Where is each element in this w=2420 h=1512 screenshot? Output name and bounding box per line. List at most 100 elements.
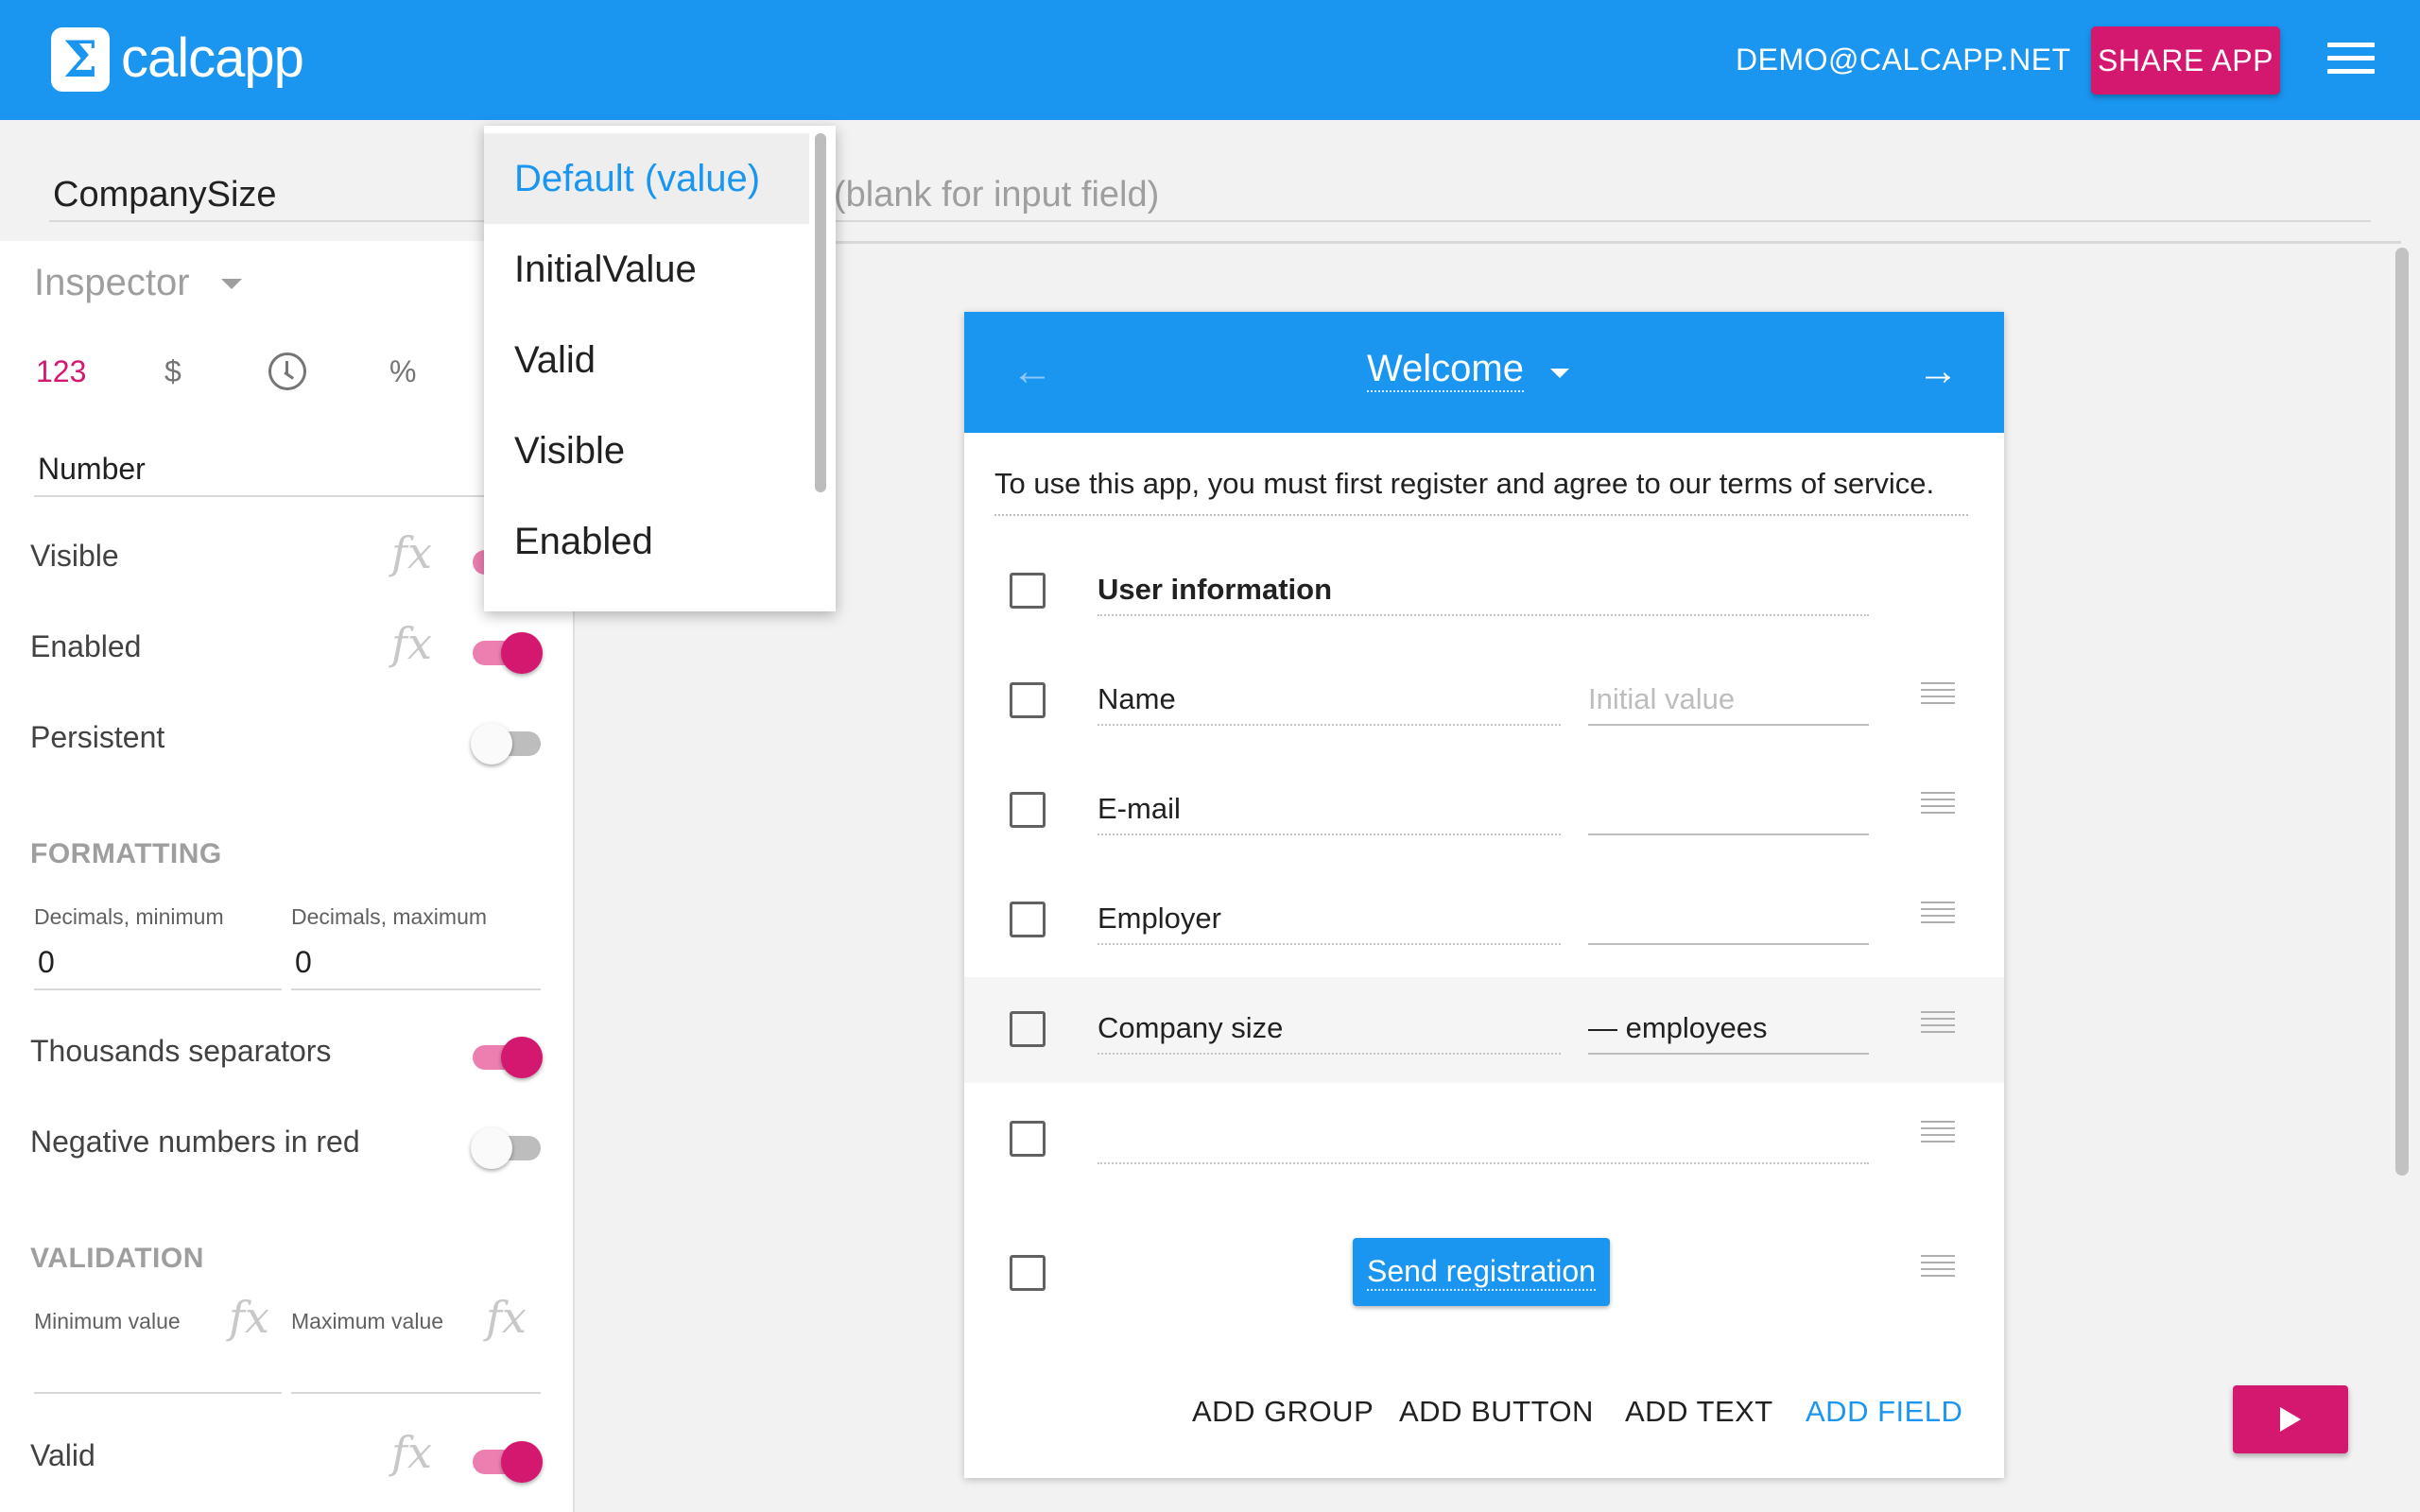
canvas-scrollbar[interactable] — [2395, 248, 2409, 1176]
field-row[interactable]: Employer — [964, 868, 2004, 973]
property-dropdown: Default (value) InitialValue Valid Visib… — [484, 126, 836, 611]
field-type-select[interactable]: Number — [34, 444, 488, 497]
add-button-button[interactable]: ADD BUTTON — [1399, 1395, 1594, 1429]
page-title[interactable]: Welcome — [1367, 348, 1524, 392]
field-label[interactable]: E-mail — [1098, 792, 1561, 835]
checkbox[interactable] — [1010, 792, 1046, 828]
min-value-input[interactable] — [34, 1337, 282, 1394]
percent-format-icon[interactable]: % — [389, 354, 416, 389]
field-value[interactable] — [1588, 792, 1869, 835]
validation-heading: VALIDATION — [30, 1243, 204, 1274]
field-row-selected[interactable]: Company size — employees — [964, 977, 2004, 1083]
drag-handle-icon[interactable] — [1921, 902, 1955, 930]
dropdown-item-default[interactable]: Default (value) — [484, 133, 809, 224]
max-value-label: Maximum value — [291, 1309, 444, 1333]
field-row[interactable] — [964, 1087, 2004, 1193]
decimals-max-input[interactable]: 0 — [291, 934, 541, 990]
decimals-min-value: 0 — [38, 945, 55, 979]
thousands-label: Thousands separators — [30, 1034, 332, 1068]
user-email-link[interactable]: DEMO@CALCAPP.NET — [1736, 43, 2071, 77]
drag-handle-icon[interactable] — [1921, 1255, 1955, 1283]
field-type-value: Number — [38, 452, 146, 486]
negative-red-label: Negative numbers in red — [30, 1125, 360, 1159]
field-label[interactable] — [1098, 1121, 1869, 1164]
add-text-button[interactable]: ADD TEXT — [1625, 1395, 1773, 1429]
app-preview-card: ← Welcome → To use this app, you must fi… — [964, 312, 2004, 1478]
dropdown-scrollbar[interactable] — [815, 133, 826, 492]
dropdown-item-valid[interactable]: Valid — [484, 315, 809, 405]
checkbox[interactable] — [1010, 573, 1046, 609]
decimals-min-input[interactable]: 0 — [34, 934, 282, 990]
button-row[interactable]: Send registration — [964, 1215, 2004, 1329]
add-field-button[interactable]: ADD FIELD — [1806, 1395, 1962, 1429]
inspector-title[interactable]: Inspector — [34, 262, 190, 304]
field-value[interactable]: Initial value — [1588, 682, 1869, 726]
decimals-max-label: Decimals, maximum — [291, 904, 488, 929]
add-group-button[interactable]: ADD GROUP — [1192, 1395, 1374, 1429]
button-label: Send registration — [1367, 1254, 1596, 1291]
valid-toggle[interactable] — [473, 1441, 543, 1483]
thousands-toggle[interactable] — [473, 1037, 543, 1078]
visible-formula-icon[interactable]: fx — [391, 527, 432, 578]
persistent-toggle[interactable] — [471, 723, 541, 765]
group-label[interactable]: User information — [1098, 573, 1869, 616]
divider — [832, 241, 2401, 244]
checkbox[interactable] — [1010, 1011, 1046, 1047]
max-value-input[interactable] — [291, 1337, 541, 1394]
number-format-icon[interactable]: 123 — [36, 354, 86, 389]
inspector-caret-icon[interactable] — [221, 279, 242, 289]
checkbox[interactable] — [1010, 1255, 1046, 1291]
field-name-input[interactable]: CompanySize — [49, 146, 493, 222]
currency-format-icon[interactable]: $ — [164, 354, 182, 389]
intro-text[interactable]: To use this app, you must first register… — [994, 467, 1968, 516]
dropdown-item-enabled[interactable]: Enabled — [484, 496, 809, 587]
time-format-icon[interactable] — [268, 352, 306, 390]
app-header-bar: Σ calcapp DEMO@CALCAPP.NET SHARE APP — [0, 0, 2420, 120]
checkbox[interactable] — [1010, 1121, 1046, 1157]
app-name: calcapp — [121, 27, 304, 89]
persistent-label: Persistent — [30, 720, 165, 754]
back-arrow-icon[interactable]: ← — [1011, 348, 1053, 395]
decimals-min-label: Decimals, minimum — [34, 904, 224, 929]
app-page-header: ← Welcome → — [964, 312, 2004, 433]
dropdown-item-visible[interactable]: Visible — [484, 405, 809, 496]
decimals-max-value: 0 — [295, 945, 312, 979]
forward-arrow-icon[interactable]: → — [1917, 348, 1959, 395]
formula-input[interactable]: (blank for input field) — [832, 146, 2371, 222]
drag-handle-icon[interactable] — [1921, 682, 1955, 711]
field-value[interactable] — [1588, 902, 1869, 945]
negative-red-toggle[interactable] — [471, 1127, 541, 1169]
share-app-button[interactable]: SHARE APP — [2091, 26, 2280, 94]
play-preview-button[interactable] — [2233, 1385, 2348, 1453]
field-label[interactable]: Employer — [1098, 902, 1561, 945]
field-label[interactable]: Name — [1098, 682, 1561, 726]
send-registration-button[interactable]: Send registration — [1353, 1238, 1610, 1306]
card-actions: ADD GROUP ADD BUTTON ADD TEXT ADD FIELD — [964, 1374, 2004, 1450]
formula-bar: CompanySize (blank for input field) — [0, 120, 2420, 241]
group-row[interactable]: User information — [964, 539, 2004, 644]
enabled-toggle[interactable] — [473, 632, 543, 674]
drag-handle-icon[interactable] — [1921, 1011, 1955, 1040]
enabled-label: Enabled — [30, 629, 142, 663]
formatting-heading: FORMATTING — [30, 838, 222, 869]
checkbox[interactable] — [1010, 902, 1046, 937]
valid-formula-icon[interactable]: fx — [391, 1427, 432, 1478]
sigma-glyph: Σ — [62, 31, 98, 89]
field-row[interactable]: E-mail — [964, 758, 2004, 864]
field-row[interactable]: Name Initial value — [964, 648, 2004, 754]
page-caret-icon[interactable] — [1550, 369, 1569, 378]
max-formula-icon[interactable]: fx — [486, 1292, 527, 1343]
drag-handle-icon[interactable] — [1921, 792, 1955, 820]
min-value-label: Minimum value — [34, 1309, 181, 1333]
field-label[interactable]: Company size — [1098, 1011, 1561, 1055]
checkbox[interactable] — [1010, 682, 1046, 718]
dropdown-item-initialvalue[interactable]: InitialValue — [484, 224, 809, 315]
drag-handle-icon[interactable] — [1921, 1121, 1955, 1149]
field-value[interactable]: — employees — [1588, 1011, 1869, 1055]
hamburger-menu-icon[interactable] — [2327, 43, 2375, 75]
visible-label: Visible — [30, 539, 119, 573]
min-formula-icon[interactable]: fx — [229, 1292, 269, 1343]
enabled-formula-icon[interactable]: fx — [391, 618, 432, 669]
logo-icon[interactable]: Σ — [51, 27, 110, 92]
formula-placeholder: (blank for input field) — [834, 175, 1160, 215]
